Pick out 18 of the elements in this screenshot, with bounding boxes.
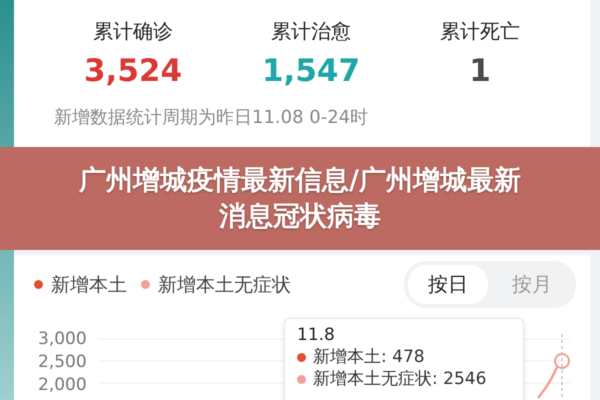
y-axis-label: 3,000 — [38, 328, 87, 350]
stat-value: 1 — [469, 53, 491, 89]
stat-label: 累计死亡 — [440, 18, 520, 45]
tooltip-value: 新增本土: 478 — [313, 347, 425, 367]
banner-title: 广州增城疫情最新信息/广州增城最新消息冠状病毒 — [78, 164, 522, 234]
tooltip-date: 11.8 — [297, 325, 336, 345]
y-axis-label: 2,000 — [38, 374, 87, 396]
stat-value: 1,547 — [262, 53, 360, 89]
period-note: 新增数据统计周期为昨日11.08 0-24时 — [54, 106, 370, 129]
legend-label: 新增本土 — [51, 272, 127, 298]
line-chart-drawing — [537, 334, 570, 399]
tooltip-value: 新增本土无症状: 2546 — [313, 369, 486, 389]
period-toggle[interactable]: 按日 — [408, 265, 488, 304]
y-axis-label: 2,500 — [38, 351, 87, 373]
stat-label: 累计治愈 — [271, 18, 352, 45]
legend-label: 新增本土无症状 — [158, 272, 291, 298]
stat-label: 累计确诊 — [93, 18, 173, 45]
stat-value: 3,524 — [84, 53, 182, 89]
